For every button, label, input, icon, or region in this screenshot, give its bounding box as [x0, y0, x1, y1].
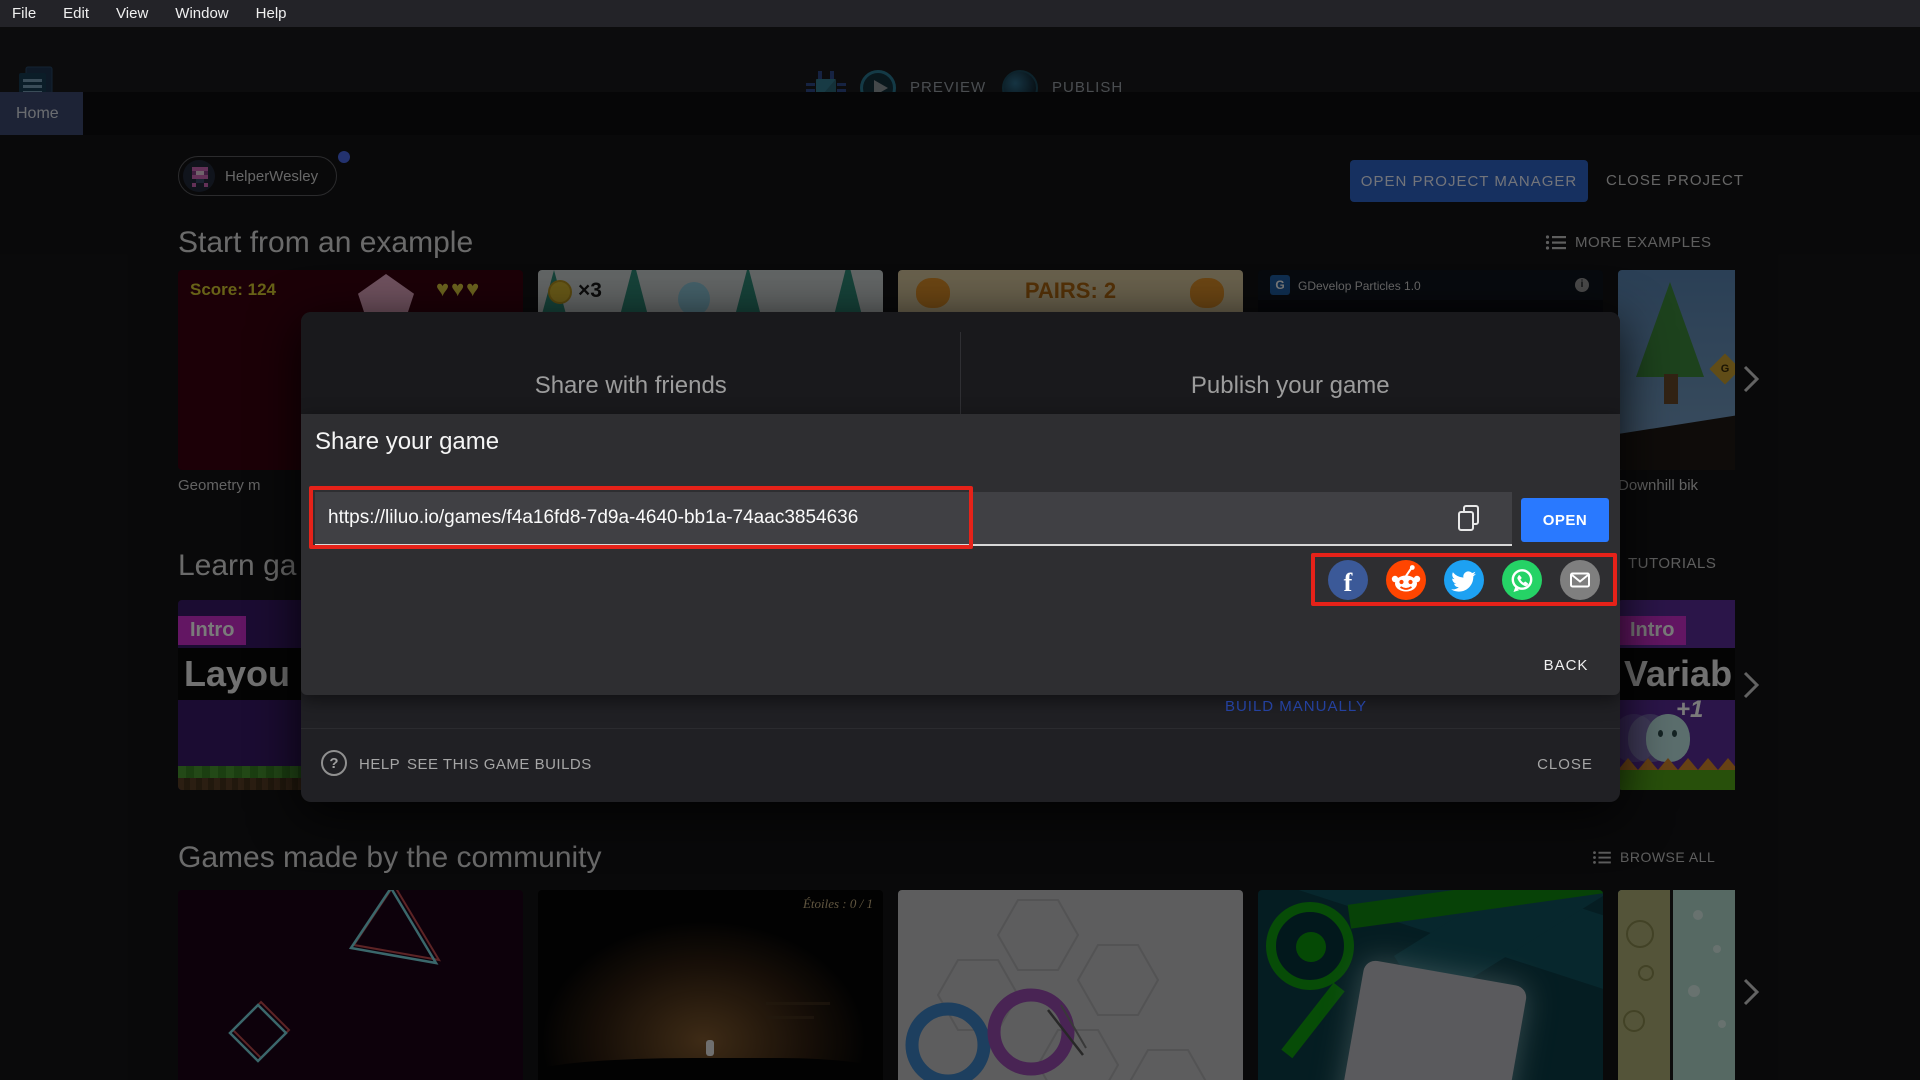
open-game-button[interactable]: OPEN	[1521, 498, 1609, 542]
build-manually-button[interactable]: BUILD MANUALLY	[1201, 698, 1391, 715]
dialog-tabs: Share with friends Publish your game	[301, 312, 1620, 414]
tab-divider	[960, 332, 961, 414]
share-panel-title: Share your game	[315, 428, 500, 455]
app-window: File Edit View Window Help Share with fr…	[0, 0, 1920, 1080]
dialog-divider	[301, 728, 1620, 729]
see-game-builds-button[interactable]: SEE THIS GAME BUILDS	[407, 756, 592, 773]
back-button[interactable]: BACK	[1531, 650, 1601, 680]
menu-file[interactable]: File	[12, 5, 36, 22]
tab-publish-your-game[interactable]: Publish your game	[961, 312, 1621, 414]
annotation-box-social	[1311, 553, 1617, 606]
tab-share-with-friends[interactable]: Share with friends	[301, 312, 961, 414]
help-icon[interactable]: ?	[321, 750, 347, 776]
menu-view[interactable]: View	[116, 5, 148, 22]
menu-bar: File Edit View Window Help	[0, 0, 1920, 27]
close-dialog-button[interactable]: CLOSE	[1533, 756, 1597, 773]
annotation-box-url	[309, 486, 973, 549]
copy-icon[interactable]	[1453, 502, 1485, 534]
menu-window[interactable]: Window	[175, 5, 228, 22]
help-button[interactable]: HELP	[359, 756, 400, 773]
menu-edit[interactable]: Edit	[63, 5, 89, 22]
menu-help[interactable]: Help	[256, 5, 287, 22]
